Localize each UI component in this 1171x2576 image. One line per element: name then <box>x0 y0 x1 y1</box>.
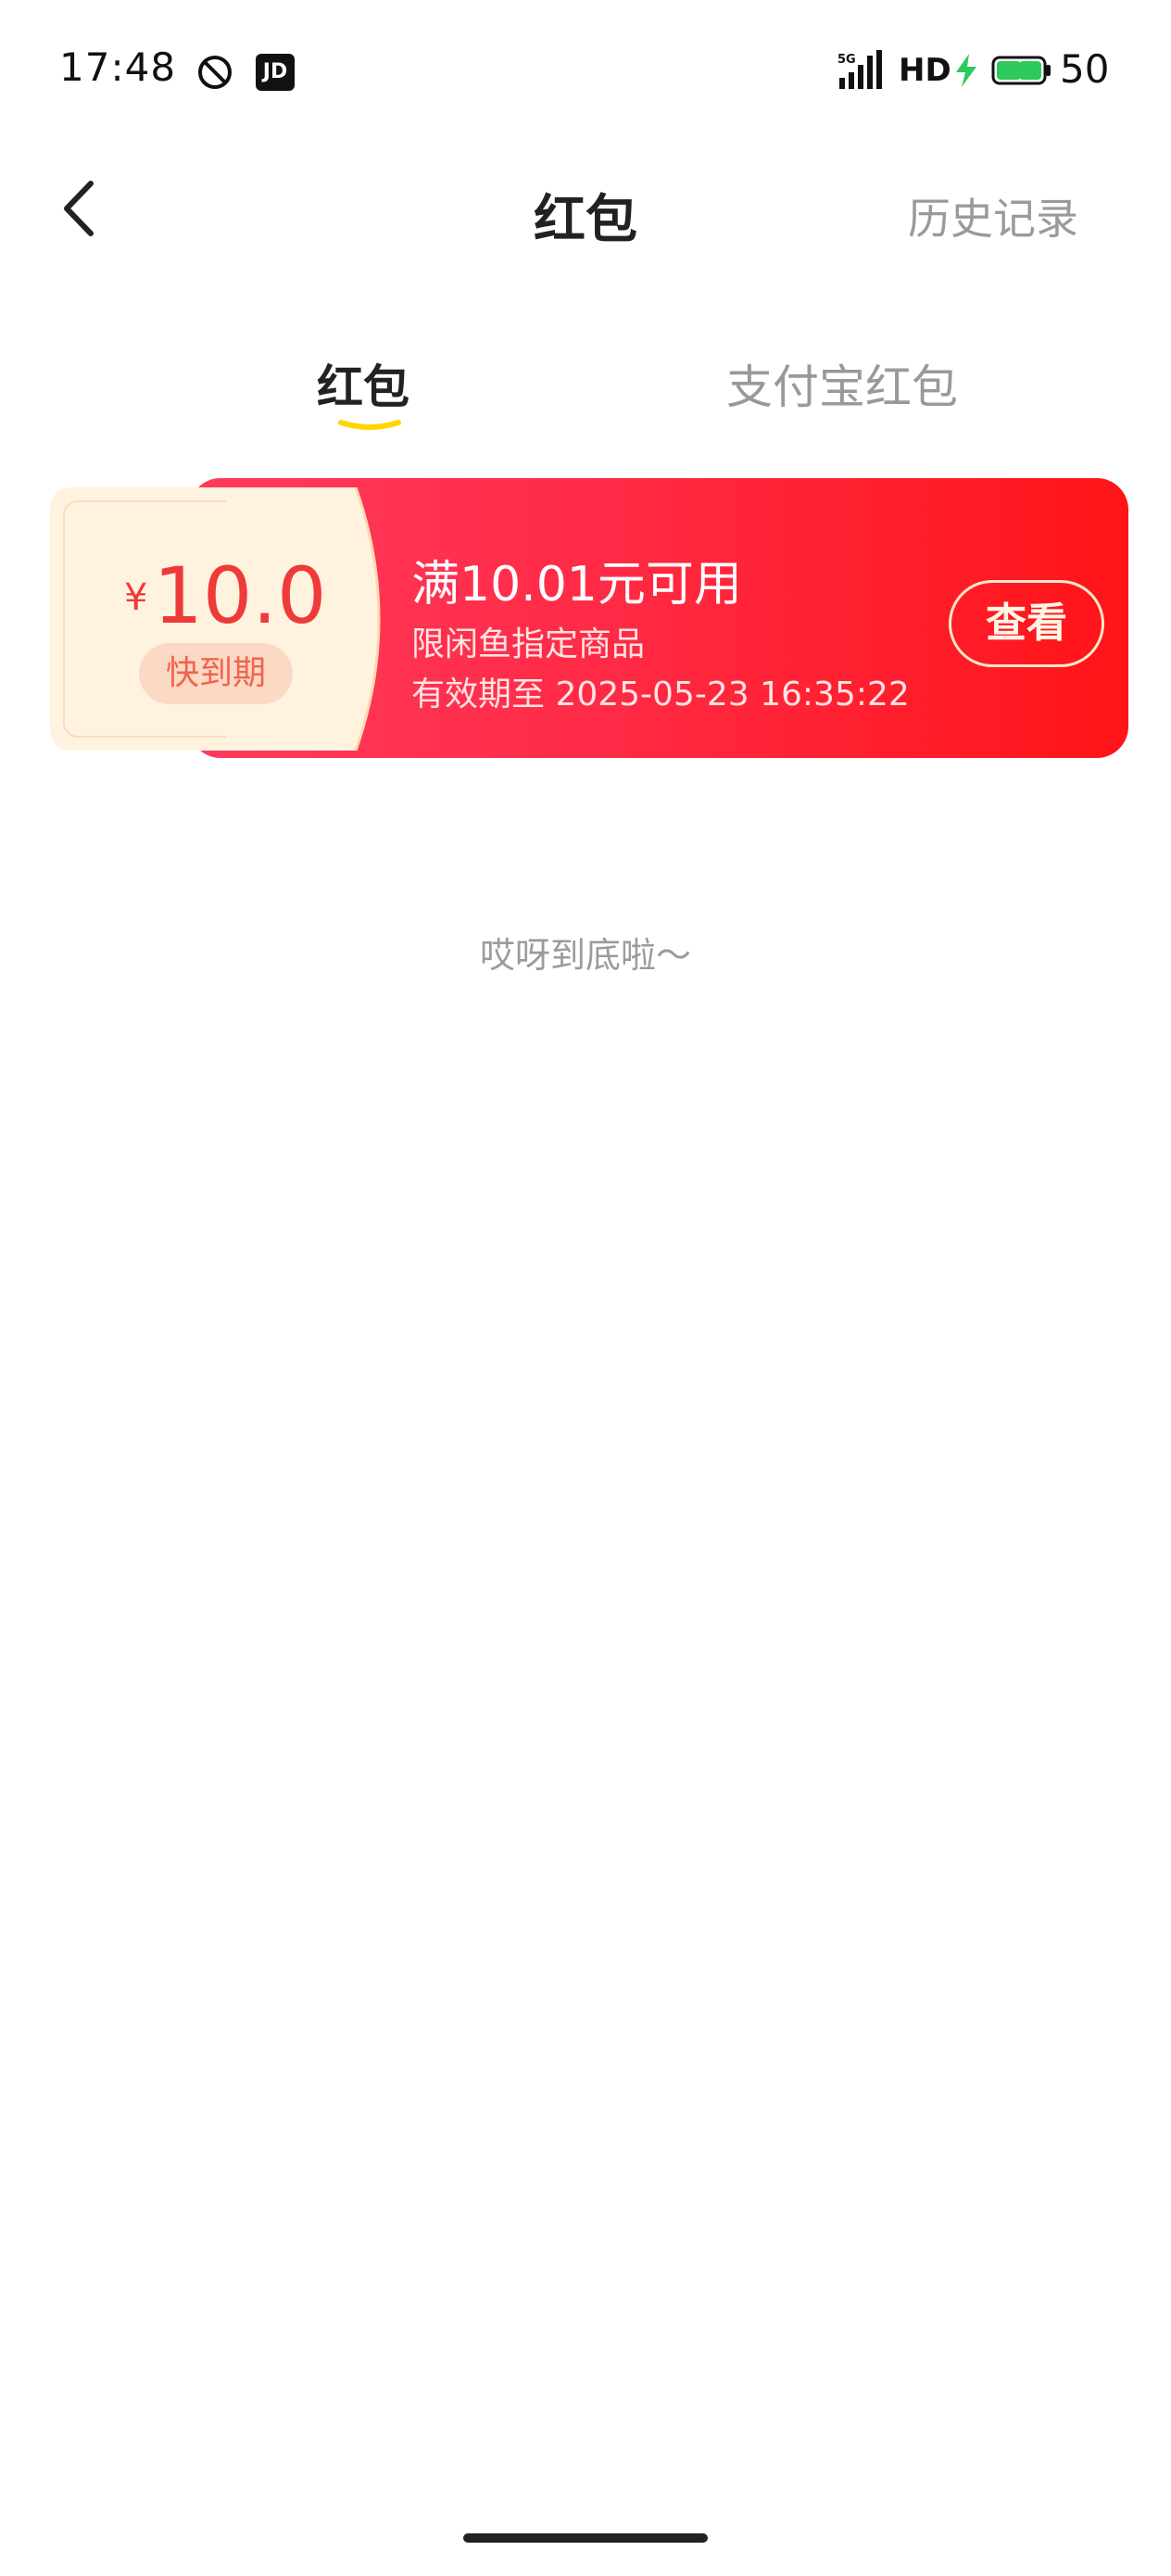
svg-text:5G: 5G <box>837 53 856 67</box>
amount-value: 10.0 <box>153 550 327 641</box>
status-bar: 17:48 JD 5G HD 50 <box>0 0 1171 139</box>
battery-level: 50 <box>1060 46 1110 92</box>
status-time: 17:48 <box>59 44 177 90</box>
view-button[interactable]: 查看 <box>949 580 1104 667</box>
currency-symbol: ¥ <box>124 576 148 619</box>
red-packet-page: 17:48 JD 5G HD 50 红包 历史记录 红包 支付宝红包 ¥10.0… <box>0 0 1171 2576</box>
coupon-card[interactable]: ¥10.0 快到期 满10.01元可用 限闲鱼指定商品 有效期至 2025-05… <box>50 478 1128 758</box>
coupon-scope: 限闲鱼指定商品 <box>411 625 646 663</box>
expiring-badge: 快到期 <box>139 643 293 704</box>
battery-icon <box>991 56 1051 85</box>
coupon-threshold: 满10.01元可用 <box>411 557 742 612</box>
coupon-amount: ¥10.0 <box>124 550 365 643</box>
signal-icon: 5G <box>837 50 882 89</box>
hd-indicator: HD <box>899 52 951 89</box>
coupon-validity: 有效期至 2025-05-23 16:35:22 <box>411 676 910 713</box>
tab-alipay-red-packet[interactable]: 支付宝红包 <box>726 350 958 417</box>
history-link[interactable]: 历史记录 <box>908 185 1078 246</box>
home-indicator[interactable] <box>463 2533 708 2543</box>
charging-bolt-icon <box>956 54 976 87</box>
active-tab-indicator <box>338 420 401 430</box>
jd-app-icon: JD <box>256 54 295 91</box>
list-end-text: 哎呀到底啦～ <box>479 935 691 976</box>
do-not-disturb-icon <box>198 56 232 89</box>
tab-red-packet[interactable]: 红包 <box>317 350 409 417</box>
